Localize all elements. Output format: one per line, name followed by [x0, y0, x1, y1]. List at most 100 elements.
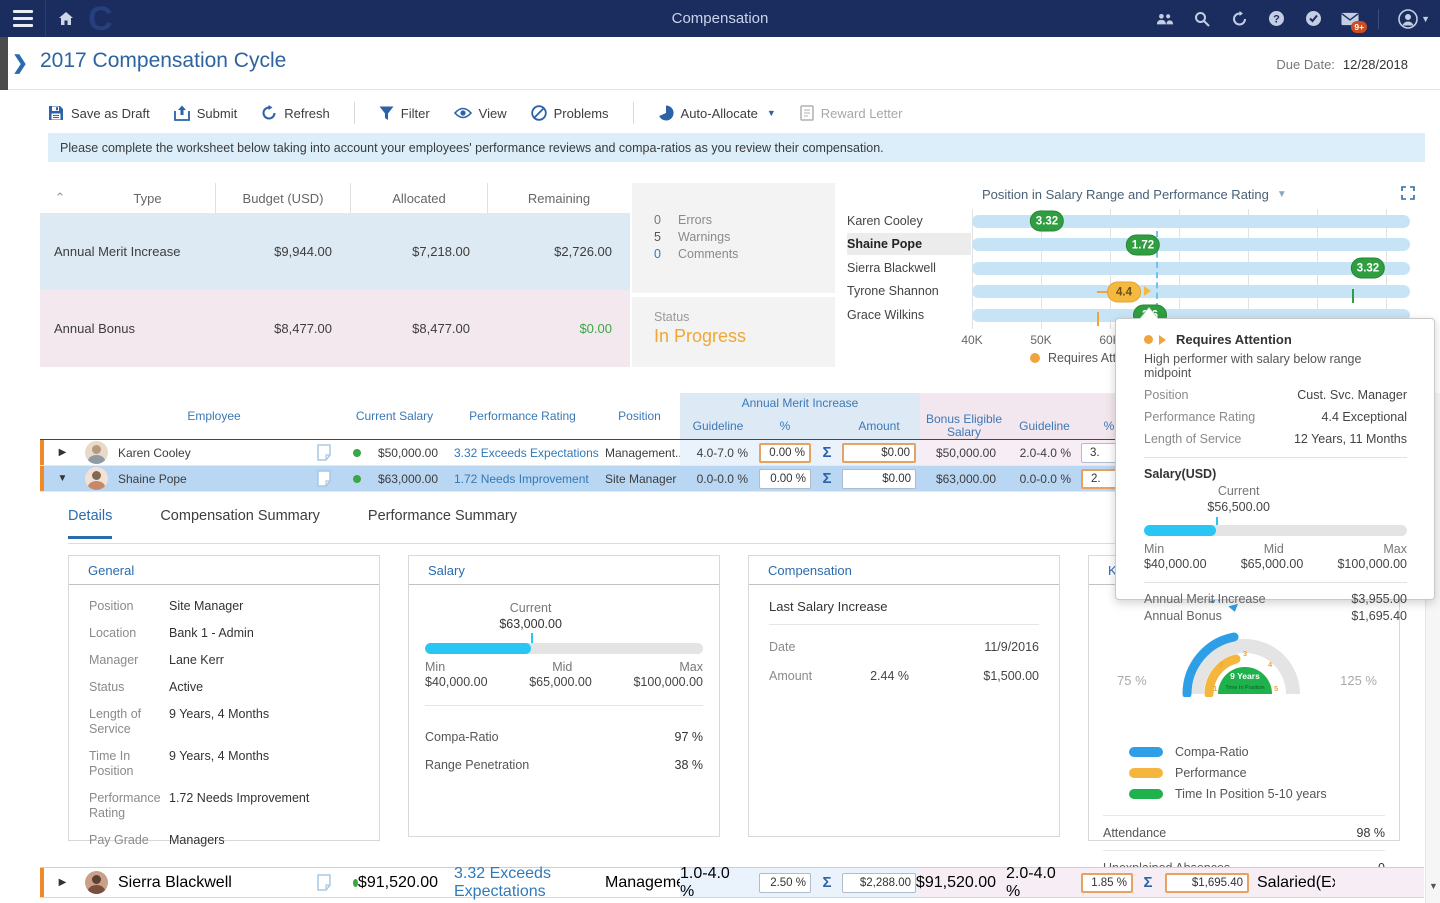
sum-allocate-button[interactable]: Σ [814, 874, 840, 891]
employee-name[interactable]: Shaine Pope [118, 472, 187, 486]
note-icon[interactable] [317, 874, 331, 891]
employee-row-sierra-blackwell[interactable]: ▶ Sierra Blackwell $91,520.00 3.32 Excee… [40, 867, 1424, 898]
gauge-75-label: 75 % [1117, 673, 1147, 688]
mid-label: Mid [552, 660, 572, 674]
problems-button[interactable]: Problems [531, 105, 609, 121]
field-label: Position [89, 599, 159, 614]
collapse-summary-icon[interactable]: ⌃ [40, 190, 80, 206]
rating-badge[interactable]: 3.32 [1351, 258, 1385, 279]
tab-performance-summary[interactable]: Performance Summary [368, 508, 517, 539]
people-icon[interactable] [1156, 10, 1174, 28]
bonus-pct-input[interactable] [1081, 873, 1133, 893]
help-icon[interactable]: ? [1267, 10, 1285, 28]
col-position[interactable]: Position [599, 393, 680, 439]
search-icon[interactable] [1193, 10, 1211, 28]
tab-compensation-summary[interactable]: Compensation Summary [160, 508, 320, 539]
rating-badge-warning[interactable]: 4.4 [1107, 282, 1141, 303]
approvals-icon[interactable] [1304, 10, 1322, 28]
submit-button[interactable]: Submit [174, 105, 237, 121]
bonus-amount-input[interactable] [1165, 873, 1249, 893]
col-bonus-eligible[interactable]: Bonus Eligible Salary [920, 412, 1008, 439]
save-as-draft-button[interactable]: Save as Draft [48, 105, 150, 121]
rating-badge[interactable]: 3.32 [1030, 211, 1064, 232]
chart-employee-label[interactable]: Sierra Blackwell [847, 257, 971, 279]
chevron-down-icon: ▼ [1277, 189, 1287, 200]
errors-count: 0 [654, 213, 678, 228]
collapse-row-icon[interactable]: ▼ [40, 473, 85, 484]
salary-range-fill [1144, 525, 1216, 536]
col-merit-pct[interactable]: % [756, 412, 814, 439]
svg-text:2: 2 [1219, 660, 1223, 669]
col-bonus-guideline[interactable]: Guideline [1008, 412, 1081, 439]
status-value: In Progress [654, 326, 835, 347]
expand-panel-icon[interactable]: ❯ [12, 52, 28, 75]
current-label: Current [510, 601, 552, 615]
compensation-app: C Compensation ? 9+ [0, 0, 1440, 903]
view-button[interactable]: View [454, 106, 507, 121]
comments-label[interactable]: Comments [678, 247, 738, 262]
chart-employee-label[interactable]: Grace Wilkins [847, 304, 971, 326]
sum-allocate-button[interactable]: Σ [814, 444, 840, 461]
merit-pct-input[interactable] [759, 443, 811, 463]
errors-label[interactable]: Errors [678, 213, 712, 228]
note-icon[interactable] [317, 444, 331, 461]
mail-icon[interactable]: 9+ [1341, 10, 1359, 28]
col-performance-rating[interactable]: Performance Rating [446, 393, 599, 439]
collapsed-panel-edge[interactable] [0, 37, 8, 90]
max-value: $100,000.00 [633, 675, 703, 689]
current-label: Current [1218, 484, 1260, 498]
note-icon[interactable] [317, 470, 331, 487]
sum-allocate-button[interactable]: Σ [814, 470, 840, 487]
col-employee[interactable]: Employee [85, 393, 343, 439]
sum-allocate-button[interactable]: Σ [1135, 874, 1161, 891]
chart-expand-icon[interactable] [1401, 186, 1415, 203]
tooltip-pointer [1140, 308, 1158, 319]
chart-plot-area: 3.32 1.72 3.32 4.4 2.6 [972, 209, 1410, 329]
performance-rating-link[interactable]: 3.32 Exceeds Expectations [446, 865, 599, 901]
menu-icon[interactable] [0, 0, 46, 37]
amount-value: $1,500.00 [959, 669, 1039, 683]
merit-amount-input[interactable] [842, 443, 916, 463]
refresh-icon[interactable] [1230, 10, 1248, 28]
tab-details[interactable]: Details [68, 508, 112, 539]
tooltip-title: Requires Attention [1176, 332, 1292, 347]
status-dot [353, 475, 361, 483]
view-label: View [479, 106, 507, 121]
auto-allocate-button[interactable]: Auto-Allocate ▼ [658, 105, 776, 121]
expand-row-icon[interactable]: ▶ [40, 447, 85, 458]
col-merit-amount[interactable]: Amount [840, 412, 918, 439]
position: Management... [599, 446, 680, 460]
amount-label: Amount [769, 669, 819, 683]
warnings-label[interactable]: Warnings [678, 230, 730, 245]
filter-button[interactable]: Filter [379, 106, 430, 121]
refresh-button[interactable]: Refresh [261, 105, 330, 121]
chart-employee-label[interactable]: Karen Cooley [847, 210, 971, 232]
merit-amount-input[interactable] [842, 873, 916, 893]
mid-value: $65,000.00 [529, 675, 592, 689]
home-icon[interactable] [46, 11, 86, 26]
col-merit-guideline[interactable]: Guideline [680, 412, 756, 439]
expand-row-icon[interactable]: ▶ [40, 877, 85, 888]
rating-badge[interactable]: 1.72 [1126, 235, 1160, 256]
performance-rating-link[interactable]: 1.72 Needs Improvement [446, 472, 599, 486]
chart-employee-label[interactable]: Tyrone Shannon [847, 280, 971, 302]
budget-type: Annual Merit Increase [40, 244, 215, 259]
budget-amount: $8,477.00 [215, 321, 332, 336]
employee-name[interactable]: Sierra Blackwell [118, 874, 232, 892]
reward-letter-button[interactable]: Reward Letter [800, 105, 903, 121]
salary-range-bar [972, 262, 1410, 275]
requires-attention-dot-icon [1030, 353, 1040, 363]
merit-pct-input[interactable] [759, 469, 811, 489]
compa-ratio-value: 97 % [675, 730, 704, 744]
merit-pct-input[interactable] [759, 873, 811, 893]
performance-rating-link[interactable]: 3.32 Exceeds Expectations [446, 446, 599, 460]
col-current-salary[interactable]: Current Salary [343, 393, 446, 439]
user-menu[interactable]: ▼ [1398, 10, 1430, 28]
chart-title-dropdown[interactable]: Position in Salary Range and Performance… [982, 187, 1287, 202]
employee-name[interactable]: Karen Cooley [118, 446, 191, 460]
brand-logo-c: C [88, 4, 113, 34]
min-value: $40,000.00 [1144, 557, 1207, 571]
merit-amount-input[interactable] [842, 469, 916, 489]
scroll-down-arrow-icon[interactable]: ▼ [1429, 881, 1438, 891]
chart-employee-label-selected[interactable]: Shaine Pope [847, 233, 971, 255]
